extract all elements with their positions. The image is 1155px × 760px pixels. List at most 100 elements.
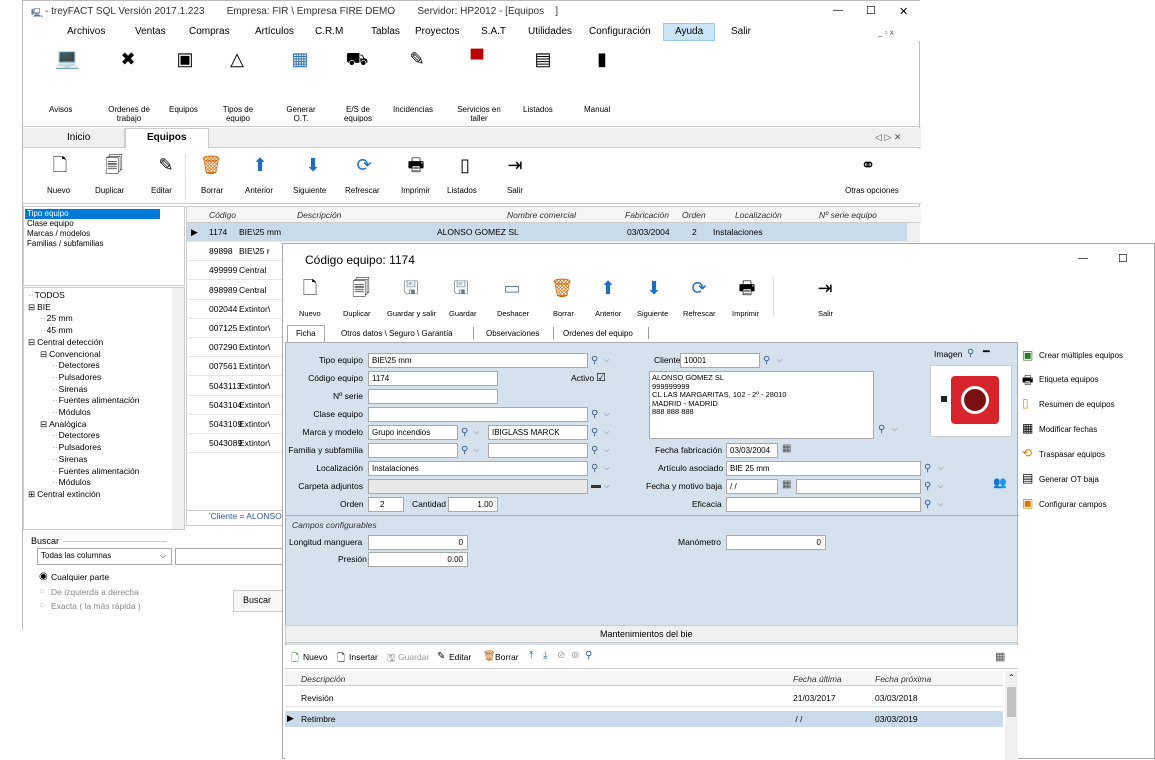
- tab-ordenes[interactable]: Ordenes del equipo: [563, 329, 633, 338]
- circle-icon[interactable]: ⊘: [557, 650, 565, 661]
- search-icon[interactable]: ⚲: [924, 498, 935, 511]
- menu-utilidades[interactable]: Utilidades: [528, 26, 572, 37]
- codigo-equipo-field[interactable]: 1174: [368, 371, 498, 386]
- multi-equip-icon[interactable]: ▣: [1022, 348, 1033, 362]
- action-configurar-campos[interactable]: Configurar campos: [1039, 500, 1107, 509]
- radio-icon[interactable]: ○: [39, 586, 45, 597]
- det-btn-nuevo[interactable]: Nuevo: [299, 309, 321, 318]
- detail-maximize-icon[interactable]: ☐: [1118, 252, 1128, 265]
- zoom-icon[interactable]: ⚲: [967, 347, 978, 360]
- search-opt-left[interactable]: De izquierda a derecha: [51, 587, 139, 597]
- search-icon[interactable]: ⚲: [924, 480, 935, 493]
- subfamilia-field[interactable]: [488, 443, 588, 458]
- det-btn-duplicar[interactable]: Duplicar: [343, 309, 371, 318]
- search-icon[interactable]: ⚲: [591, 426, 602, 439]
- det-btn-imprimir[interactable]: Imprimir: [732, 309, 759, 318]
- expand-icon[interactable]: ⊞: [28, 489, 35, 499]
- cliente-field[interactable]: 10001: [680, 353, 760, 368]
- tree-node[interactable]: ··Sirenas: [52, 454, 88, 464]
- menu-salir[interactable]: Salir: [731, 26, 751, 37]
- manometro-field[interactable]: 0: [726, 535, 826, 550]
- det-btn-guardar[interactable]: Guardar: [449, 309, 477, 318]
- btn-editar[interactable]: Editar: [151, 186, 172, 195]
- insert-icon[interactable]: 🗋: [337, 651, 345, 668]
- tree-node[interactable]: ··45 mm: [40, 325, 73, 335]
- btn-duplicar[interactable]: Duplicar: [95, 186, 124, 195]
- chevron-down-icon[interactable]: ⌵: [936, 480, 945, 493]
- chevron-down-icon[interactable]: ⌵: [936, 462, 945, 475]
- tree-node[interactable]: ··TODOS: [28, 290, 65, 300]
- save-exit-icon[interactable]: 🖫: [396, 278, 426, 298]
- presion-field[interactable]: 0.00: [368, 552, 468, 567]
- filter-marcas[interactable]: Marcas / modelos: [27, 229, 90, 238]
- calendar-icon[interactable]: ▦: [782, 443, 791, 454]
- collapse-icon[interactable]: ⊟: [40, 349, 47, 359]
- search-icon[interactable]: ⚲: [591, 354, 602, 367]
- btn-imprimir[interactable]: Imprimir: [401, 186, 430, 195]
- binoculars-icon[interactable]: ⚭: [853, 155, 883, 175]
- maint-btn-insertar[interactable]: Insertar: [349, 652, 378, 662]
- maint-scroll-thumb[interactable]: [1007, 687, 1016, 717]
- radio-icon[interactable]: ○: [39, 600, 45, 611]
- collapse-icon[interactable]: ⊟: [28, 302, 35, 312]
- action-crear-multiples[interactable]: Crear múltiples equipos: [1039, 351, 1123, 360]
- close-icon[interactable]: ✕: [899, 5, 908, 18]
- ribbon-equipos[interactable]: ▣ Equipos: [163, 47, 213, 125]
- delete-icon[interactable]: 🗑: [547, 278, 577, 298]
- filter-tipo-equipo[interactable]: Tipo equipo: [27, 209, 69, 218]
- refresh-icon[interactable]: ⟳: [349, 155, 379, 175]
- btn-otras-opciones[interactable]: Otras opciones: [845, 186, 899, 195]
- tree-node[interactable]: ··Módulos: [52, 477, 91, 487]
- search-icon[interactable]: ⚲: [461, 444, 472, 457]
- col-maint-fecha-ultima[interactable]: Fecha última: [793, 674, 842, 684]
- btn-listados[interactable]: Listados: [447, 186, 477, 195]
- chevron-down-icon[interactable]: ⌵: [602, 426, 611, 439]
- menu-ventas[interactable]: Ventas: [135, 26, 166, 37]
- familia-field[interactable]: [368, 443, 458, 458]
- chevron-down-icon[interactable]: ⌵: [602, 408, 611, 421]
- menu-configuracion[interactable]: Configuración: [589, 26, 651, 37]
- tab-observaciones[interactable]: Observaciones: [486, 329, 539, 338]
- exit-icon[interactable]: ⇥: [810, 278, 840, 298]
- tree-node[interactable]: ··Pulsadores: [52, 372, 101, 382]
- tree-node[interactable]: ··Módulos: [52, 407, 91, 417]
- chevron-down-icon[interactable]: ⌵: [775, 354, 784, 367]
- carpeta-field[interactable]: [368, 479, 588, 494]
- duplicate-icon[interactable]: 🗐: [346, 278, 376, 298]
- action-generar-ot[interactable]: Generar OT baja: [1039, 475, 1099, 484]
- tree-node[interactable]: ··Pulsadores: [52, 442, 101, 452]
- collapse-icon[interactable]: ⊟: [28, 337, 35, 347]
- search-icon[interactable]: ⚲: [591, 444, 602, 457]
- menu-compras[interactable]: Compras: [189, 26, 230, 37]
- print-icon[interactable]: 🖶: [732, 278, 762, 298]
- arrow-bottom-icon[interactable]: ⤓: [543, 650, 547, 661]
- refresh-icon[interactable]: ⟳: [684, 278, 714, 298]
- action-modificar-fechas[interactable]: Modificar fechas: [1039, 425, 1097, 434]
- btn-anterior[interactable]: Anterior: [245, 186, 273, 195]
- delete-icon[interactable]: 🗑: [483, 651, 496, 662]
- menu-proyectos[interactable]: Proyectos: [415, 26, 459, 37]
- search-icon[interactable]: ⚲: [924, 462, 935, 475]
- label-printer-icon[interactable]: 🖶: [1022, 371, 1033, 392]
- marca-field[interactable]: Grupo incendios: [368, 425, 458, 440]
- filter-familias[interactable]: Familias / subfamilias: [27, 239, 103, 248]
- maint-btn-editar[interactable]: Editar: [449, 652, 471, 662]
- n-serie-field[interactable]: [368, 389, 498, 404]
- orden-field[interactable]: 2: [368, 497, 404, 512]
- mdi-controls[interactable]: _ ▫ x: [878, 28, 894, 37]
- chevron-down-icon[interactable]: ⌵: [602, 354, 611, 367]
- maint-btn-nuevo[interactable]: Nuevo: [303, 652, 328, 662]
- ribbon-listados[interactable]: ▤ Listados: [519, 47, 569, 125]
- menu-sat[interactable]: S.A.T: [481, 26, 506, 37]
- ribbon-es[interactable]: ⛟ E/S de equipos: [333, 47, 383, 125]
- chevron-down-icon[interactable]: ⌵: [936, 498, 945, 511]
- save-icon[interactable]: 🖫: [387, 651, 396, 668]
- chevron-down-icon[interactable]: ⌵: [602, 444, 611, 457]
- detail-minimize-icon[interactable]: —: [1078, 253, 1088, 264]
- col-codigo[interactable]: Código: [209, 210, 236, 220]
- list-icon[interactable]: ▯: [450, 155, 480, 175]
- search-icon[interactable]: ⚲: [591, 408, 602, 421]
- ribbon-manual[interactable]: ▮ Manual: [578, 47, 628, 125]
- col-maint-fecha-proxima[interactable]: Fecha próxima: [875, 674, 931, 684]
- ribbon-servicios[interactable]: ▀ Servicios en taller: [451, 47, 507, 125]
